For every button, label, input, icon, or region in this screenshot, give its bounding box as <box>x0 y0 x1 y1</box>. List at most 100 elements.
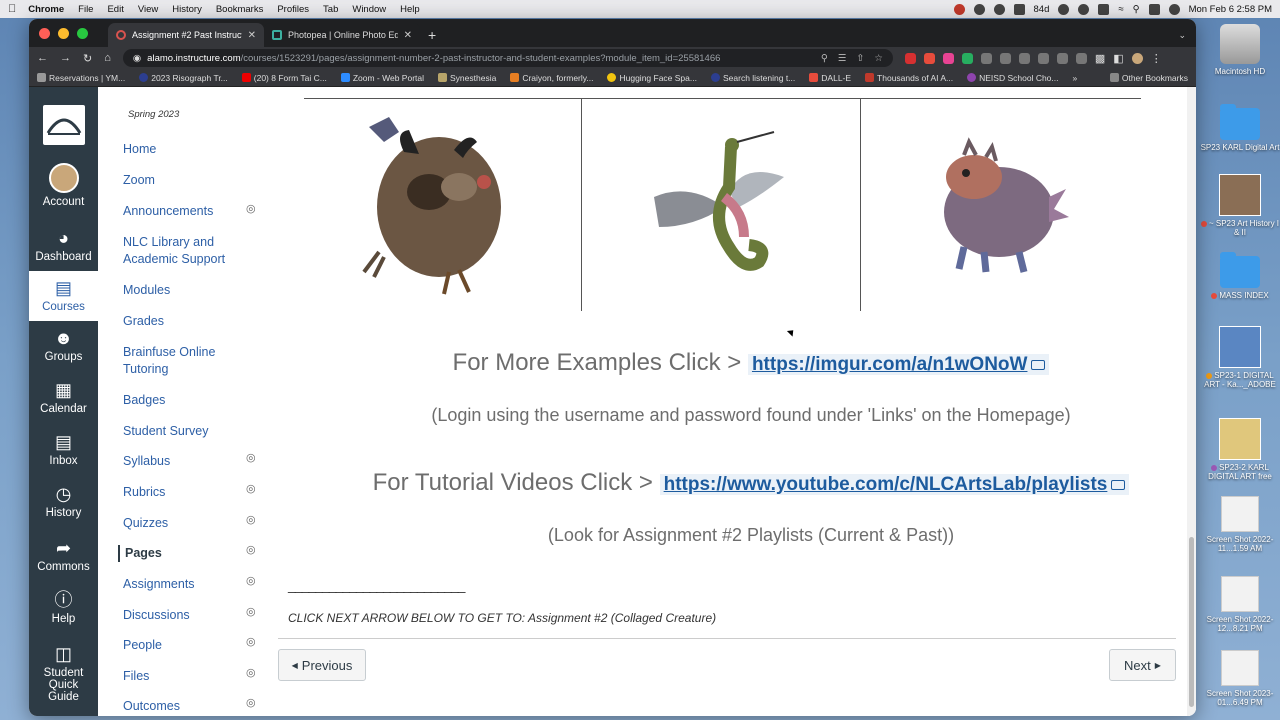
zoom-lens-icon[interactable]: ⚲ <box>821 53 828 64</box>
course-nav-assignments[interactable]: Assignments <box>123 576 243 593</box>
status-record-icon[interactable] <box>973 3 985 15</box>
menu-file[interactable]: File <box>78 4 93 15</box>
course-nav-grades[interactable]: Grades <box>123 313 243 330</box>
status-globe-icon[interactable] <box>1058 3 1070 15</box>
previous-button[interactable]: ◀ Previous <box>278 649 366 681</box>
desktop-icon-screenshot-1[interactable]: Screen Shot 2022-11...1.59 AM <box>1200 496 1280 553</box>
extension-icon[interactable] <box>1018 52 1030 64</box>
bookmark-item[interactable]: (20) 8 Form Tai C... <box>241 73 327 83</box>
course-nav-discussions[interactable]: Discussions <box>123 607 243 624</box>
other-bookmarks[interactable]: Other Bookmarks <box>1109 73 1188 83</box>
control-center-icon[interactable] <box>1148 3 1160 15</box>
desktop-icon-screenshot-3[interactable]: Screen Shot 2023-01...6.49 PM <box>1200 650 1280 707</box>
desktop-icon-digital-art-2[interactable]: SP23-2 KARL DIGITAL ART free <box>1200 418 1280 481</box>
apple-icon[interactable]:  <box>8 3 16 15</box>
extension-icon[interactable] <box>999 52 1011 64</box>
course-nav-syllabus[interactable]: Syllabus <box>123 453 243 470</box>
course-nav-modules[interactable]: Modules <box>123 282 243 299</box>
institution-logo[interactable] <box>43 105 85 145</box>
menu-tab[interactable]: Tab <box>323 4 338 15</box>
imgur-examples-link[interactable]: https://imgur.com/a/n1wONoW <box>747 354 1050 375</box>
course-nav-pages[interactable]: Pages <box>118 545 238 562</box>
desktop-icon-folder[interactable]: SP23 KARL Digital Art <box>1200 104 1280 152</box>
new-tab-button[interactable]: + <box>428 23 436 47</box>
course-nav-files[interactable]: Files <box>123 668 243 685</box>
course-nav-home[interactable]: Home <box>123 141 243 158</box>
translate-icon[interactable]: ☰ <box>838 53 847 64</box>
menu-view[interactable]: View <box>138 4 158 15</box>
menu-edit[interactable]: Edit <box>107 4 123 15</box>
desktop-icon-digital-art-1[interactable]: SP23-1 DIGITAL ART - Ka..._ADOBE <box>1200 326 1280 389</box>
bookmark-item[interactable]: 2023 Risograph Tr... <box>139 73 228 83</box>
next-button[interactable]: Next ▶ <box>1109 649 1176 681</box>
global-nav-history[interactable]: ◷ History <box>29 483 98 519</box>
tab-search-chevron-icon[interactable]: ⌄ <box>1178 23 1196 47</box>
bookmark-item[interactable]: Synesthesia <box>438 73 496 83</box>
menu-bookmarks[interactable]: Bookmarks <box>216 4 264 15</box>
extension-icon[interactable] <box>904 52 916 64</box>
global-nav-inbox[interactable]: ▤ Inbox <box>29 431 98 467</box>
share-icon[interactable]: ⇧ <box>856 53 864 64</box>
global-nav-account[interactable]: Account <box>29 163 98 208</box>
course-nav-nlc-library[interactable]: NLC Library and Academic Support <box>123 234 243 268</box>
wifi-icon[interactable]: ≈ <box>1118 4 1123 15</box>
course-nav-zoom[interactable]: Zoom <box>123 172 243 189</box>
bookmark-item[interactable]: Reservations | YM... <box>37 73 125 83</box>
address-bar[interactable]: ◉ alamo.instructure.com/courses/1523291/… <box>122 49 893 67</box>
desktop-icon-macintosh-hd[interactable]: Macintosh HD <box>1200 24 1280 76</box>
extensions-puzzle-icon[interactable]: ▩ <box>1095 52 1105 65</box>
bookmark-item[interactable]: Zoom - Web Portal <box>340 73 424 83</box>
menu-help[interactable]: Help <box>400 4 420 15</box>
extension-icon[interactable] <box>1075 52 1087 64</box>
desktop-icon-art-history[interactable]: ~ SP23 Art History I & II <box>1200 174 1280 237</box>
bookmark-star-icon[interactable]: ☆ <box>874 53 883 64</box>
menu-app-name[interactable]: Chrome <box>28 4 64 15</box>
course-nav-announcements[interactable]: Announcements <box>123 203 243 220</box>
status-malwarebytes-icon[interactable] <box>1013 3 1025 15</box>
menu-profiles[interactable]: Profiles <box>277 4 309 15</box>
tab-photopea[interactable]: Photopea | Online Photo Editor ✕ <box>264 23 420 47</box>
grammarly-extension-icon[interactable] <box>961 52 973 64</box>
course-nav-brainfuse[interactable]: Brainfuse Online Tutoring <box>123 344 243 378</box>
menu-window[interactable]: Window <box>352 4 386 15</box>
bookmark-item[interactable]: Thousands of AI A... <box>865 73 953 83</box>
global-nav-courses[interactable]: ▤ Courses <box>29 271 98 321</box>
side-panel-icon[interactable]: ◧ <box>1113 52 1123 65</box>
menu-history[interactable]: History <box>172 4 202 15</box>
minimize-window-button[interactable] <box>58 27 69 39</box>
global-nav-dashboard[interactable]: ◕ Dashboard <box>29 227 98 263</box>
battery-icon[interactable] <box>1098 3 1110 15</box>
course-nav-rubrics[interactable]: Rubrics <box>123 484 243 501</box>
tab-assignment[interactable]: Assignment #2 Past Instructor ✕ <box>108 23 264 47</box>
zoom-window-button[interactable] <box>77 27 88 39</box>
status-creative-cloud-icon[interactable] <box>993 3 1005 15</box>
course-nav-quizzes[interactable]: Quizzes <box>123 515 243 532</box>
extension-icon[interactable] <box>980 52 992 64</box>
close-tab-icon[interactable]: ✕ <box>404 30 412 41</box>
bookmarks-overflow-button[interactable]: » <box>1073 73 1078 83</box>
course-nav-outcomes[interactable]: Outcomes <box>123 698 243 715</box>
forward-arrow-icon[interactable]: → <box>60 52 71 64</box>
course-nav-people[interactable]: People <box>123 637 243 654</box>
scrollbar-thumb[interactable] <box>1189 537 1194 707</box>
profile-avatar-icon[interactable] <box>1131 52 1143 64</box>
status-clock-icon[interactable] <box>1078 3 1090 15</box>
global-nav-student-quick-guide[interactable]: ◫ Student Quick Guide <box>29 643 98 703</box>
status-app-icon[interactable] <box>953 3 965 15</box>
bookmark-item[interactable]: Search listening t... <box>710 73 795 83</box>
bookmark-item[interactable]: Craiyon, formerly... <box>510 73 593 83</box>
adblock-extension-icon[interactable] <box>923 52 935 64</box>
global-nav-calendar[interactable]: ▦ Calendar <box>29 379 98 415</box>
desktop-icon-mass-index[interactable]: MASS INDEX <box>1200 252 1280 300</box>
course-nav-badges[interactable]: Badges <box>123 392 243 409</box>
bookmark-item[interactable]: Hugging Face Spa... <box>607 73 697 83</box>
desktop-icon-screenshot-2[interactable]: Screen Shot 2022-12...8.21 PM <box>1200 576 1280 633</box>
close-tab-icon[interactable]: ✕ <box>248 30 256 41</box>
global-nav-groups[interactable]: ☻ Groups <box>29 327 98 363</box>
reload-icon[interactable]: ↻ <box>83 52 92 65</box>
extension-icon[interactable] <box>1037 52 1049 64</box>
status-battery-days[interactable]: 84d <box>1034 4 1050 15</box>
global-nav-help[interactable]: ⓘ Help <box>29 589 98 625</box>
menubar-datetime[interactable]: Mon Feb 6 2:58 PM <box>1189 4 1272 15</box>
siri-icon[interactable] <box>1168 3 1180 15</box>
